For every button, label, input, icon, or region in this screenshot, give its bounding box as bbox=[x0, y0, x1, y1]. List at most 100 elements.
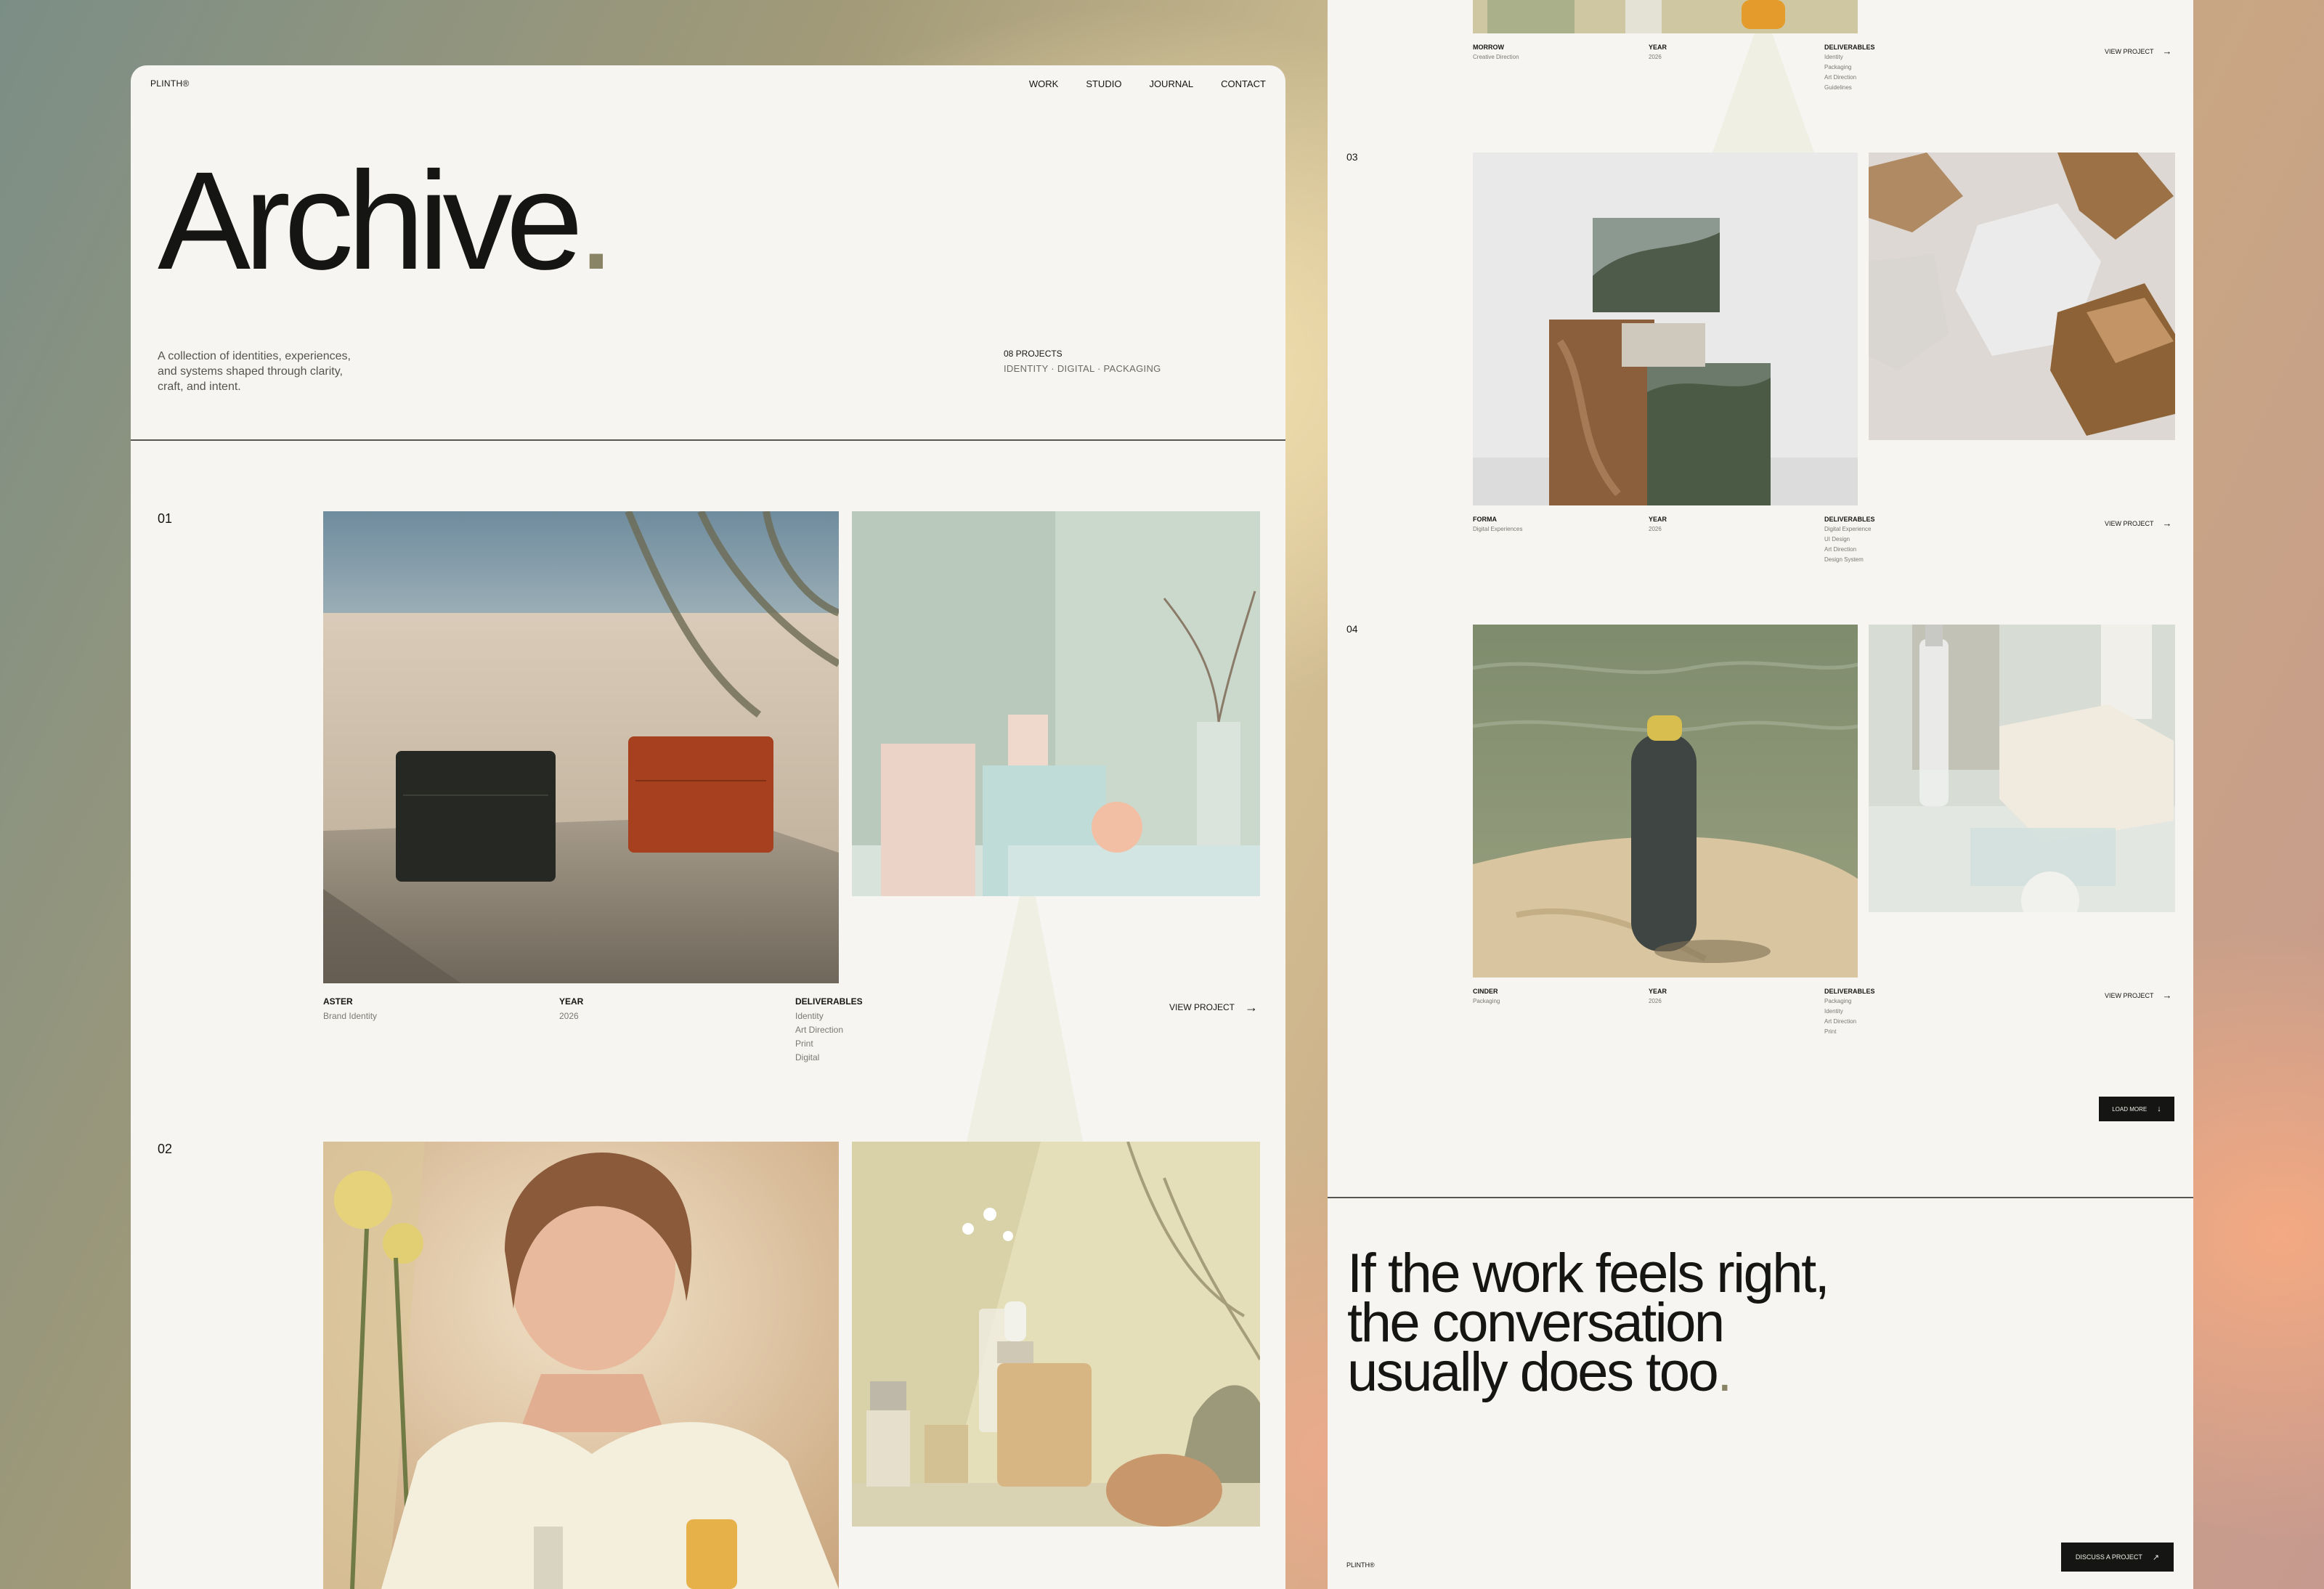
deliverable-item: Digital Experience bbox=[1824, 526, 1872, 532]
project-04-year-block: YEAR 2026 bbox=[1649, 988, 1667, 1007]
page-title: Archive. bbox=[158, 151, 616, 290]
view-project-link[interactable]: VIEW PROJECT → bbox=[2105, 991, 2172, 1000]
view-project-link[interactable]: VIEW PROJECT → bbox=[2105, 46, 2172, 56]
deliverable-item: Identity bbox=[1824, 1008, 1843, 1015]
arrow-right-icon: → bbox=[1245, 1000, 1259, 1015]
deliverable-item: Art Direction bbox=[795, 1025, 844, 1035]
nav-item-work[interactable]: WORK bbox=[1029, 78, 1058, 89]
project-category: Digital Experiences bbox=[1473, 526, 1523, 532]
project-03-year-block: YEAR 2026 bbox=[1649, 516, 1667, 535]
project-04-glass-objects-image[interactable] bbox=[1869, 625, 2175, 912]
arrow-right-icon: → bbox=[2162, 990, 2172, 1001]
deliverable-item: Identity bbox=[795, 1011, 824, 1021]
project-02-serum-bottles-image[interactable] bbox=[852, 1142, 1260, 1527]
deliverables-label: DELIVERABLES bbox=[1824, 44, 1875, 51]
discuss-project-button[interactable]: DISCUSS A PROJECT ↗ bbox=[2061, 1543, 2174, 1572]
deliverable-item: Packaging bbox=[1824, 64, 1852, 70]
nav-item-contact[interactable]: CONTACT bbox=[1221, 78, 1266, 89]
deliverable-item: Print bbox=[795, 1039, 813, 1049]
project-04-deliverables-block: DELIVERABLES Packaging Identity Art Dire… bbox=[1824, 988, 1875, 1037]
arrow-right-icon: → bbox=[2162, 46, 2172, 57]
year-label: YEAR bbox=[1649, 516, 1667, 523]
project-01-wallets-image[interactable] bbox=[323, 511, 839, 983]
arrow-right-icon: → bbox=[2162, 518, 2172, 529]
deliverable-item: Print bbox=[1824, 1028, 1837, 1035]
project-01-deliverables-block: DELIVERABLES Identity Art Direction Prin… bbox=[795, 996, 863, 1065]
project-01-title-block: ASTER Brand Identity bbox=[323, 996, 377, 1023]
project-name: CINDER bbox=[1473, 988, 1498, 995]
year-label: YEAR bbox=[1649, 988, 1667, 995]
page-title-dot: . bbox=[577, 142, 615, 298]
deliverable-item: Guidelines bbox=[1824, 84, 1852, 91]
project-02-portrait-image[interactable] bbox=[323, 1142, 839, 1589]
main-nav: WORK STUDIO JOURNAL CONTACT bbox=[1029, 78, 1266, 89]
project-03-amber-blocks-image[interactable] bbox=[1869, 153, 2175, 440]
project-name: ASTER bbox=[323, 996, 353, 1007]
nav-item-journal[interactable]: JOURNAL bbox=[1149, 78, 1193, 89]
project-03-landscape-cubes-image[interactable] bbox=[1473, 153, 1858, 505]
project-02-title-block: MORROW Creative Direction bbox=[1473, 44, 1519, 62]
view-project-label: VIEW PROJECT bbox=[2105, 991, 2154, 999]
site-logo[interactable]: PLINTH® bbox=[150, 78, 190, 89]
page-description: A collection of identities, experiences,… bbox=[158, 350, 351, 393]
project-year: 2026 bbox=[559, 1011, 579, 1021]
nav-item-studio[interactable]: STUDIO bbox=[1086, 78, 1121, 89]
deliverables-label: DELIVERABLES bbox=[795, 996, 863, 1007]
project-01-still-life-image[interactable] bbox=[852, 511, 1260, 896]
footer-logo[interactable]: PLINTH® bbox=[1346, 1561, 1375, 1569]
deliverable-item: Art Direction bbox=[1824, 74, 1857, 81]
project-name: FORMA bbox=[1473, 516, 1497, 523]
project-year: 2026 bbox=[1649, 998, 1662, 1004]
light-beam-decoration bbox=[1712, 29, 1814, 153]
cta-dot: . bbox=[1717, 1341, 1732, 1403]
project-count: 08 PROJECTS bbox=[1004, 349, 1063, 359]
deliverable-item: UI Design bbox=[1824, 536, 1850, 542]
year-label: YEAR bbox=[559, 996, 584, 1007]
project-year: 2026 bbox=[1649, 526, 1662, 532]
view-project-link[interactable]: VIEW PROJECT → bbox=[2105, 519, 2172, 528]
project-02-year-block: YEAR 2026 bbox=[1649, 44, 1667, 62]
deliverable-item: Identity bbox=[1824, 54, 1843, 60]
load-more-label: LOAD MORE bbox=[2112, 1105, 2148, 1113]
project-03-deliverables-block: DELIVERABLES Digital Experience UI Desig… bbox=[1824, 516, 1875, 565]
project-02-deliverables-block: DELIVERABLES Identity Packaging Art Dire… bbox=[1824, 44, 1875, 93]
project-year: 2026 bbox=[1649, 54, 1662, 60]
project-number: 02 bbox=[158, 1142, 173, 1156]
archive-page-right: MORROW Creative Direction YEAR 2026 DELI… bbox=[1328, 0, 2193, 1589]
project-04-title-block: CINDER Packaging bbox=[1473, 988, 1500, 1007]
archive-page-left: PLINTH® WORK STUDIO JOURNAL CONTACT Arch… bbox=[131, 65, 1285, 1589]
project-number: 04 bbox=[1346, 623, 1358, 635]
deliverable-item: Packaging bbox=[1824, 998, 1852, 1004]
year-label: YEAR bbox=[1649, 44, 1667, 51]
discuss-project-label: DISCUSS A PROJECT bbox=[2075, 1553, 2142, 1561]
project-number: 03 bbox=[1346, 151, 1358, 163]
divider bbox=[1328, 1197, 2193, 1198]
deliverables-label: DELIVERABLES bbox=[1824, 988, 1875, 995]
divider bbox=[131, 439, 1285, 441]
deliverable-item: Digital bbox=[795, 1052, 820, 1062]
view-project-label: VIEW PROJECT bbox=[2105, 47, 2154, 55]
page-title-text: Archive bbox=[158, 142, 583, 298]
deliverable-item: Art Direction bbox=[1824, 1018, 1857, 1025]
arrow-up-right-icon: ↗ bbox=[2152, 1553, 2160, 1562]
cta-headline: If the work feels right, the conversatio… bbox=[1347, 1246, 2001, 1400]
deliverables-label: DELIVERABLES bbox=[1824, 516, 1875, 523]
discipline-tags: IDENTITY · DIGITAL · PACKAGING bbox=[1004, 363, 1161, 374]
view-project-label: VIEW PROJECT bbox=[1169, 1002, 1235, 1012]
project-02-image-continued[interactable] bbox=[1473, 0, 1858, 33]
view-project-label: VIEW PROJECT bbox=[2105, 519, 2154, 527]
project-03-title-block: FORMA Digital Experiences bbox=[1473, 516, 1522, 535]
deliverable-item: Art Direction bbox=[1824, 546, 1857, 553]
project-category: Creative Direction bbox=[1473, 54, 1519, 60]
project-name: MORROW bbox=[1473, 44, 1504, 51]
project-category: Brand Identity bbox=[323, 1011, 378, 1021]
project-04-bottle-image[interactable] bbox=[1473, 625, 1858, 978]
deliverable-item: Design System bbox=[1824, 556, 1864, 563]
project-category: Packaging bbox=[1473, 998, 1500, 1004]
project-01-year-block: YEAR 2026 bbox=[559, 996, 583, 1023]
view-project-link[interactable]: VIEW PROJECT → bbox=[1169, 1001, 1258, 1014]
arrow-down-icon: ↓ bbox=[2157, 1105, 2161, 1113]
load-more-button[interactable]: LOAD MORE ↓ bbox=[2099, 1097, 2174, 1121]
cta-line: usually does too bbox=[1347, 1341, 1719, 1403]
project-number: 01 bbox=[158, 511, 173, 526]
